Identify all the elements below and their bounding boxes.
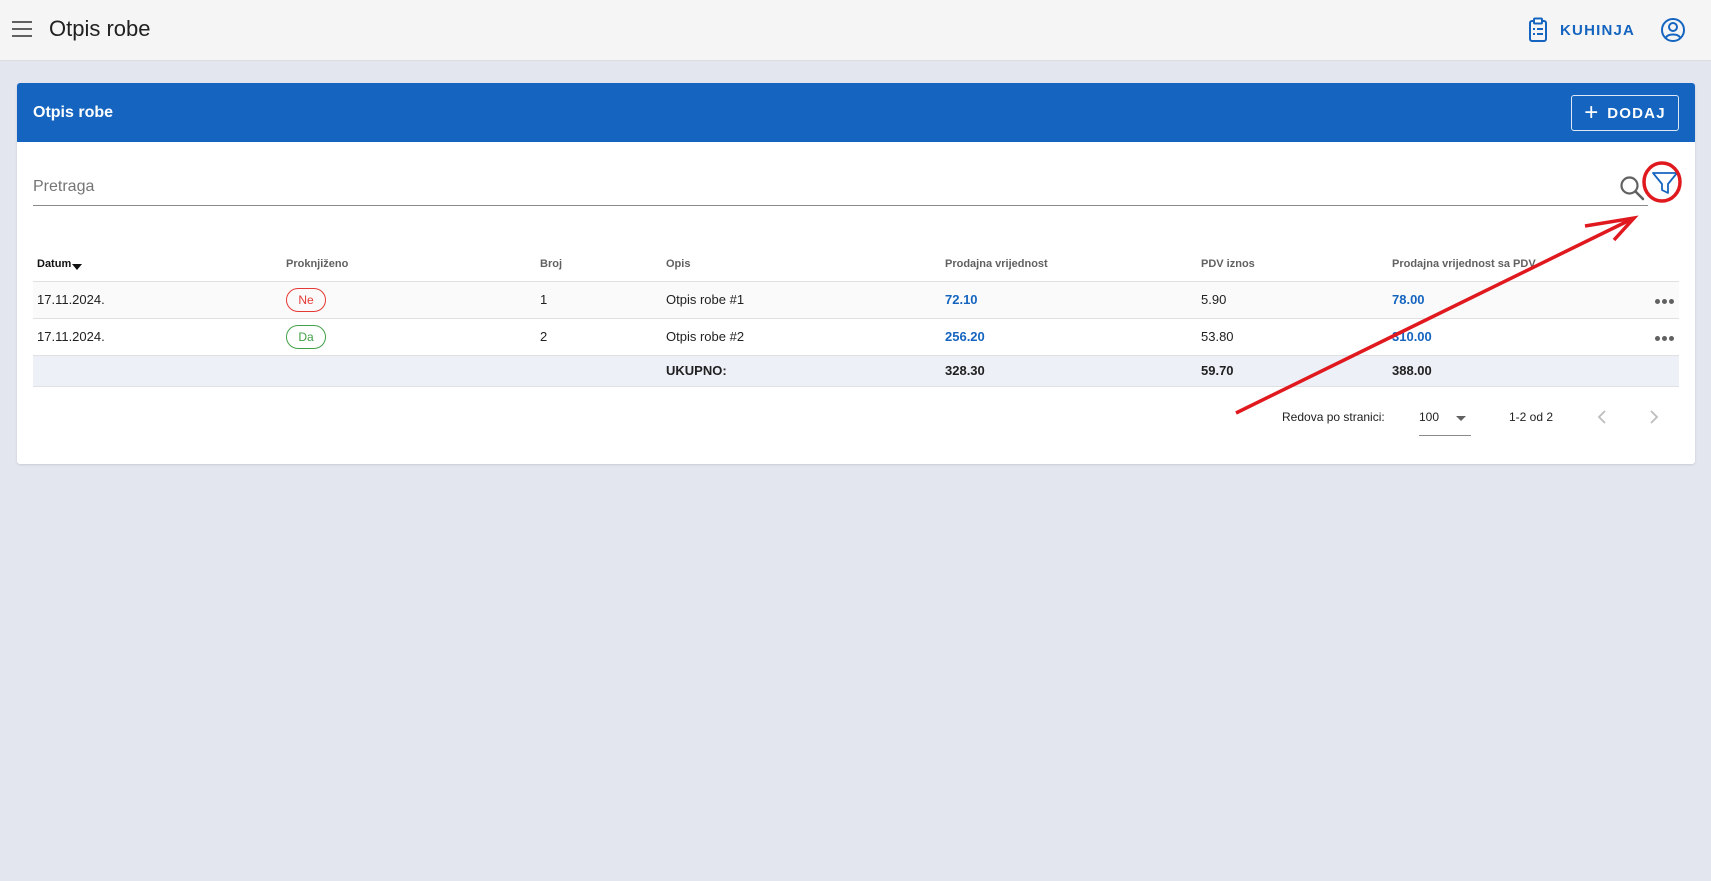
cell-prodajna-sa-pdv[interactable]: 78.00 bbox=[1388, 281, 1645, 319]
more-actions-icon[interactable] bbox=[1645, 281, 1679, 319]
column-header-broj[interactable]: Broj bbox=[536, 248, 662, 282]
chevron-down-icon bbox=[1456, 416, 1466, 421]
cell-prodajna-vrijednost[interactable]: 256.20 bbox=[941, 318, 1197, 356]
search-icon[interactable] bbox=[1618, 174, 1646, 202]
search-input[interactable] bbox=[33, 170, 1603, 204]
write-off-table: Datum Proknjiženo Broj Opis Prodajna vri… bbox=[33, 248, 1679, 387]
cell-prodajna-vrijednost[interactable]: 72.10 bbox=[941, 281, 1197, 319]
add-button-label: DODAJ bbox=[1607, 104, 1666, 122]
table-header-row: Datum Proknjiženo Broj Opis Prodajna vri… bbox=[33, 248, 1679, 282]
total-pdv-iznos: 59.70 bbox=[1197, 355, 1388, 387]
rows-per-page-label: Redova po stranici: bbox=[1282, 410, 1385, 424]
top-app-bar: Otpis robe KUHINJA bbox=[0, 0, 1711, 61]
menu-icon[interactable] bbox=[10, 17, 36, 43]
page-title: Otpis robe bbox=[49, 16, 151, 41]
card-title: Otpis robe bbox=[33, 104, 114, 121]
column-header-prodajna-sa-pdv[interactable]: Prodajna vrijednost sa PDV bbox=[1388, 248, 1645, 282]
column-header-prodajna-vrijednost[interactable]: Prodajna vrijednost bbox=[941, 248, 1197, 282]
cell-broj: 1 bbox=[536, 281, 662, 319]
total-prodajna-sa-pdv: 388.00 bbox=[1388, 355, 1645, 387]
cell-opis: Otpis robe #2 bbox=[662, 318, 941, 356]
table-row[interactable]: 17.11.2024. Da 2 Otpis robe #2 256.20 53… bbox=[33, 318, 1679, 356]
status-badge: Da bbox=[286, 324, 326, 349]
cell-proknjizeno: Ne bbox=[282, 281, 536, 319]
rows-per-page-select[interactable]: 100 bbox=[1419, 402, 1471, 436]
cell-proknjizeno: Da bbox=[282, 318, 536, 356]
column-header-actions bbox=[1645, 248, 1679, 282]
pagination: Redova po stranici: 100 1-2 od 2 bbox=[0, 400, 1711, 436]
cell-pdv-iznos: 5.90 bbox=[1197, 281, 1388, 319]
column-header-proknjizeno[interactable]: Proknjiženo bbox=[282, 248, 536, 282]
add-button[interactable]: + DODAJ bbox=[1571, 95, 1679, 131]
column-header-pdv-iznos[interactable]: PDV iznos bbox=[1197, 248, 1388, 282]
total-label: UKUPNO: bbox=[662, 355, 941, 387]
card-header: Otpis robe + DODAJ bbox=[17, 83, 1695, 142]
table-row[interactable]: 17.11.2024. Ne 1 Otpis robe #1 72.10 5.9… bbox=[33, 281, 1679, 319]
chevron-left-icon[interactable] bbox=[1592, 406, 1614, 428]
cell-datum: 17.11.2024. bbox=[33, 281, 282, 319]
column-header-opis[interactable]: Opis bbox=[662, 248, 941, 282]
chevron-right-icon[interactable] bbox=[1642, 406, 1664, 428]
cell-pdv-iznos: 53.80 bbox=[1197, 318, 1388, 356]
filter-icon[interactable] bbox=[1645, 163, 1685, 203]
kitchen-label: KUHINJA bbox=[1560, 21, 1636, 39]
rows-per-page-value: 100 bbox=[1419, 410, 1440, 424]
more-actions-icon[interactable] bbox=[1645, 318, 1679, 356]
plus-icon: + bbox=[1584, 99, 1599, 126]
page-range: 1-2 od 2 bbox=[1509, 410, 1554, 424]
cell-prodajna-sa-pdv[interactable]: 310.00 bbox=[1388, 318, 1645, 356]
column-header-label: Datum bbox=[37, 258, 72, 271]
clipboard-list-icon bbox=[1529, 17, 1547, 42]
total-row: UKUPNO: 328.30 59.70 388.00 bbox=[33, 355, 1679, 387]
account-circle-icon[interactable] bbox=[1659, 16, 1687, 44]
cell-datum: 17.11.2024. bbox=[33, 318, 282, 356]
cell-opis: Otpis robe #1 bbox=[662, 281, 941, 319]
column-header-datum[interactable]: Datum bbox=[33, 248, 282, 282]
status-badge: Ne bbox=[286, 287, 326, 312]
sort-desc-icon bbox=[72, 264, 83, 271]
total-prodajna-vrijednost: 328.30 bbox=[941, 355, 1197, 387]
cell-broj: 2 bbox=[536, 318, 662, 356]
kitchen-button[interactable]: KUHINJA bbox=[1528, 15, 1635, 45]
search-field bbox=[33, 170, 1648, 206]
